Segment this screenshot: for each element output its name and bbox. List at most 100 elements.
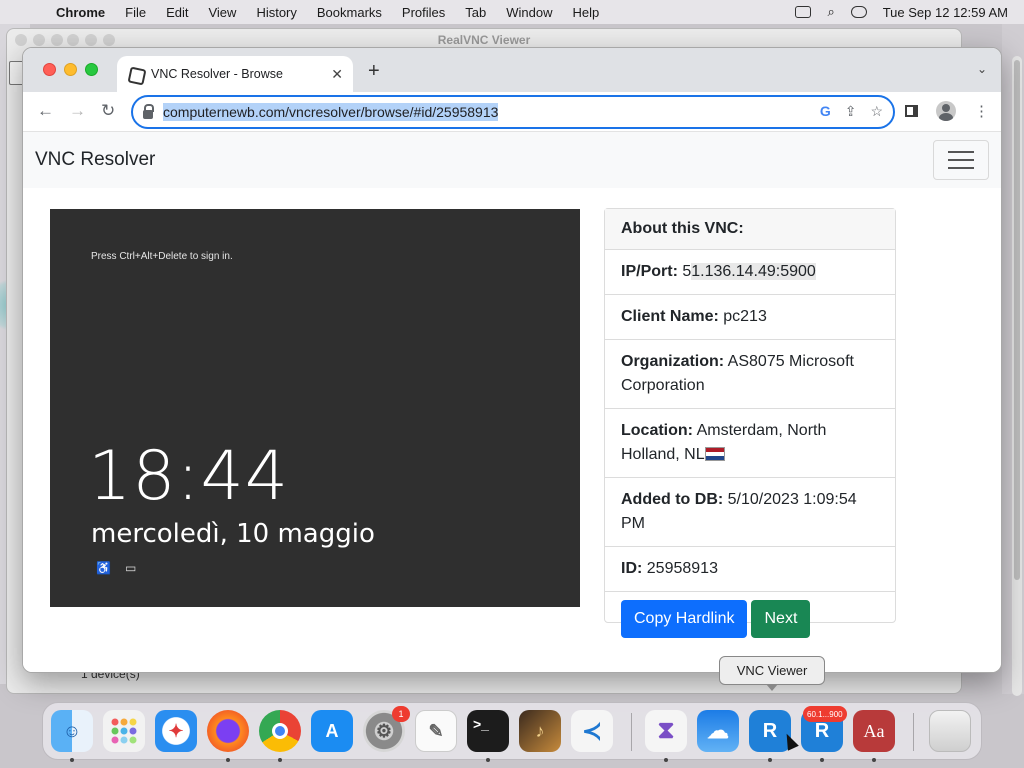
tab-vnc-resolver[interactable]: VNC Resolver - Browse ✕ bbox=[117, 56, 353, 92]
more-menu-icon[interactable]: ⋮ bbox=[974, 102, 989, 120]
navbar-toggle-button[interactable] bbox=[933, 140, 989, 180]
hamburger-line-icon bbox=[948, 159, 974, 161]
share-icon[interactable]: ⇪ bbox=[845, 103, 857, 120]
hamburger-line-icon bbox=[948, 167, 974, 169]
spotlight-search-icon[interactable]: ⌕ bbox=[827, 4, 834, 20]
app-store-icon[interactable]: A bbox=[311, 710, 353, 752]
vnc-favicon-icon bbox=[127, 66, 143, 82]
vnc-connection-badge: 60.1...900 bbox=[803, 706, 847, 722]
menu-app-name[interactable]: Chrome bbox=[56, 5, 105, 20]
running-indicator bbox=[226, 758, 230, 762]
new-tab-button[interactable]: + bbox=[368, 60, 380, 83]
menu-bookmarks[interactable]: Bookmarks bbox=[317, 5, 382, 20]
site-brand[interactable]: VNC Resolver bbox=[35, 149, 155, 171]
menu-help[interactable]: Help bbox=[573, 5, 600, 20]
site-navbar: VNC Resolver bbox=[23, 132, 1001, 188]
organization-label: Organization: bbox=[621, 353, 725, 370]
client-name-row: Client Name: pc213 bbox=[605, 295, 895, 340]
screenshot-date: mercoledì, 10 maggio bbox=[91, 519, 375, 549]
scrollbar-thumb[interactable] bbox=[1014, 60, 1020, 580]
dictionary-icon[interactable]: Aa bbox=[853, 710, 895, 752]
added-to-db-label: Added to DB: bbox=[621, 491, 724, 508]
menu-edit[interactable]: Edit bbox=[166, 5, 188, 20]
menu-file[interactable]: File bbox=[125, 5, 146, 20]
running-indicator bbox=[820, 758, 824, 762]
running-indicator bbox=[768, 758, 772, 762]
organization-row: Organization: AS8075 Microsoft Corporati… bbox=[605, 340, 895, 409]
card-actions: Copy Hardlink Next bbox=[605, 592, 895, 646]
visual-studio-icon[interactable]: ⧗ bbox=[645, 710, 687, 752]
macos-menubar: Chrome File Edit View History Bookmarks … bbox=[0, 0, 1024, 24]
id-row: ID: 25958913 bbox=[605, 547, 895, 592]
menubar-status-area: ⌕ Tue Sep 12 12:59 AM bbox=[795, 0, 1008, 24]
accessibility-icon: ♿ bbox=[96, 561, 111, 575]
ip-port-label: IP/Port: bbox=[621, 263, 678, 280]
running-indicator bbox=[70, 758, 74, 762]
bookmark-star-icon[interactable]: ☆ bbox=[870, 103, 883, 120]
trash-icon[interactable] bbox=[929, 710, 971, 752]
settings-badge: 1 bbox=[392, 706, 410, 722]
menu-history[interactable]: History bbox=[256, 5, 296, 20]
browser-toolbar: ← → ↻ computernewb.com/vncresolver/brows… bbox=[23, 92, 1001, 132]
ip-port-value-selected: 1.136.14.49:5900 bbox=[691, 263, 816, 280]
page-content: VNC Resolver Press Ctrl+Alt+Delete to si… bbox=[23, 132, 1001, 672]
location-row: Location: Amsterdam, North Holland, NL bbox=[605, 409, 895, 478]
lock-icon[interactable] bbox=[143, 103, 154, 119]
menu-tab[interactable]: Tab bbox=[465, 5, 486, 20]
menu-window[interactable]: Window bbox=[506, 5, 552, 20]
screen-mirroring-icon[interactable] bbox=[795, 6, 812, 18]
tab-search-chevron-icon[interactable]: ⌄ bbox=[977, 62, 987, 76]
launchpad-icon[interactable] bbox=[103, 710, 145, 752]
google-lens-icon[interactable]: G bbox=[820, 103, 831, 120]
side-panel-icon[interactable] bbox=[905, 105, 918, 117]
running-indicator bbox=[664, 758, 668, 762]
card-header: About this VNC: bbox=[605, 209, 895, 250]
screenshot-status-icons: ♿ ▭ bbox=[96, 561, 136, 575]
menu-profiles[interactable]: Profiles bbox=[402, 5, 445, 20]
window-controls bbox=[43, 63, 98, 76]
network-icon: ▭ bbox=[124, 561, 137, 575]
id-value: 25958913 bbox=[646, 560, 718, 577]
address-bar[interactable]: computernewb.com/vncresolver/browse/#id/… bbox=[131, 95, 895, 129]
client-name-value: pc213 bbox=[723, 308, 767, 325]
close-tab-icon[interactable]: ✕ bbox=[331, 66, 343, 83]
tab-strip: VNC Resolver - Browse ✕ + ⌄ bbox=[23, 48, 1001, 92]
weather-icon[interactable]: ☁ bbox=[697, 710, 739, 752]
bg-window-scrollbar[interactable] bbox=[1012, 56, 1022, 696]
omnibox-actions: G ⇪ ☆ bbox=[820, 103, 883, 120]
menu-view[interactable]: View bbox=[208, 5, 236, 20]
dock-separator bbox=[913, 713, 914, 751]
running-indicator bbox=[278, 758, 282, 762]
control-center-icon[interactable] bbox=[850, 6, 867, 18]
zoom-window-button[interactable] bbox=[85, 63, 98, 76]
macos-dock: ☺ ✦ A ⚙ 1 ✎ >_ ♪ ≺ ⧗ ☁ R R 60.1...900 Aa bbox=[42, 702, 982, 762]
location-label: Location: bbox=[621, 422, 693, 439]
netherlands-flag-icon bbox=[704, 447, 725, 461]
copy-hardlink-button[interactable]: Copy Hardlink bbox=[621, 600, 748, 638]
id-label: ID: bbox=[621, 560, 643, 577]
next-button[interactable]: Next bbox=[751, 600, 811, 638]
hamburger-line-icon bbox=[948, 151, 974, 153]
menubar-clock[interactable]: Tue Sep 12 12:59 AM bbox=[883, 5, 1008, 20]
forward-arrow-icon[interactable]: → bbox=[69, 101, 86, 121]
screenshot-signin-hint: Press Ctrl+Alt+Delete to sign in. bbox=[91, 251, 233, 262]
profile-avatar-icon[interactable] bbox=[936, 101, 956, 121]
textedit-icon[interactable]: ✎ bbox=[415, 710, 457, 752]
chrome-icon[interactable] bbox=[259, 710, 301, 752]
ip-port-row: IP/Port: 51.136.14.49:5900 bbox=[605, 250, 895, 295]
firefox-icon[interactable] bbox=[207, 710, 249, 752]
bg-window-title: RealVNC Viewer bbox=[437, 33, 531, 47]
reload-icon[interactable]: ↻ bbox=[101, 101, 115, 121]
minimize-window-button[interactable] bbox=[64, 63, 77, 76]
safari-icon[interactable]: ✦ bbox=[155, 710, 197, 752]
chrome-window: VNC Resolver - Browse ✕ + ⌄ ← → ↻ comput… bbox=[22, 47, 1002, 673]
client-name-label: Client Name: bbox=[621, 308, 719, 325]
tab-title: VNC Resolver - Browse bbox=[151, 67, 283, 81]
url-text[interactable]: computernewb.com/vncresolver/browse/#id/… bbox=[163, 103, 499, 121]
close-window-button[interactable] bbox=[43, 63, 56, 76]
garageband-icon[interactable]: ♪ bbox=[519, 710, 561, 752]
finder-icon[interactable]: ☺ bbox=[51, 710, 93, 752]
back-arrow-icon[interactable]: ← bbox=[37, 101, 54, 121]
terminal-icon[interactable]: >_ bbox=[467, 710, 509, 752]
vscode-icon[interactable]: ≺ bbox=[571, 710, 613, 752]
